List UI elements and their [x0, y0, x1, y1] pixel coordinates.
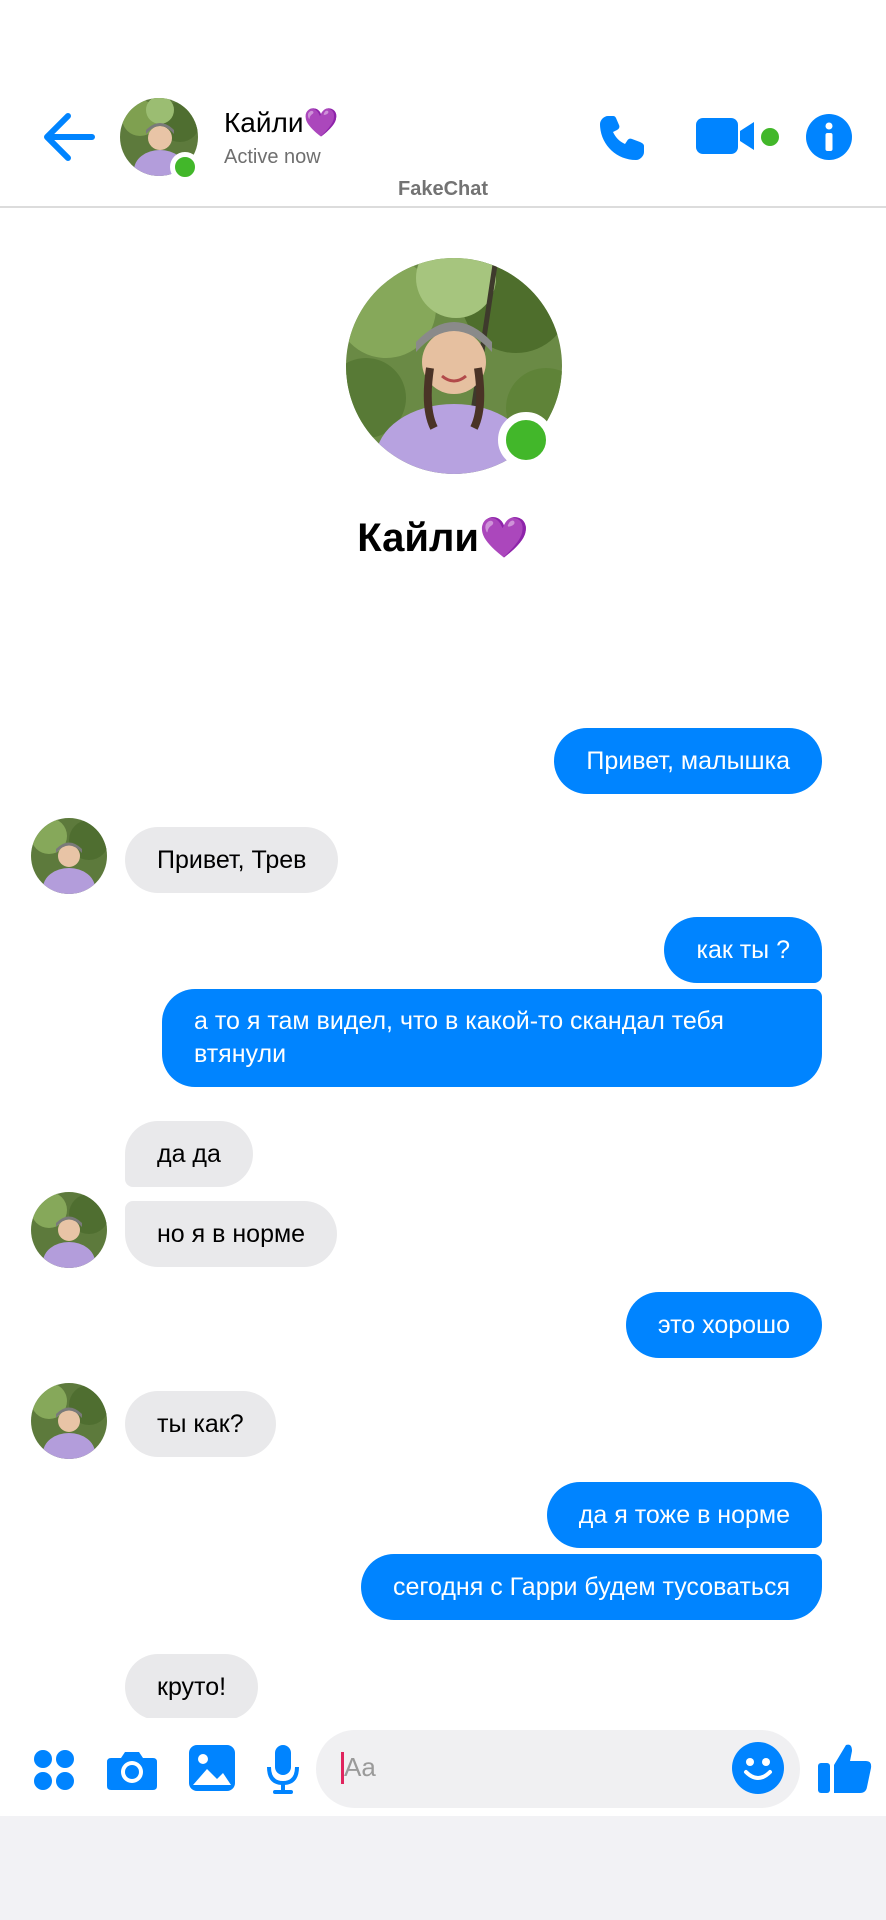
message-bubble-outgoing[interactable]: это хорошо: [625, 1292, 822, 1358]
back-arrow-icon[interactable]: [38, 108, 98, 166]
profile-online-indicator: [498, 412, 554, 468]
profile-name: Кайли💜: [357, 516, 529, 560]
sender-avatar: [31, 1383, 107, 1459]
message-bubble-outgoing[interactable]: да я тоже в норме: [546, 1482, 822, 1548]
four-dots-icon[interactable]: [33, 1749, 75, 1791]
message-bubble-incoming[interactable]: но я в норме: [125, 1201, 338, 1267]
image-icon[interactable]: [189, 1745, 235, 1791]
video-active-dot: [761, 128, 779, 146]
smiley-icon[interactable]: [732, 1742, 784, 1794]
active-status: Active now: [224, 146, 321, 168]
message-bubble-incoming[interactable]: да да: [125, 1121, 253, 1187]
thumbs-up-icon[interactable]: [818, 1741, 872, 1795]
microphone-icon[interactable]: [265, 1745, 301, 1795]
camera-icon[interactable]: [107, 1748, 157, 1790]
sender-avatar: [31, 818, 107, 894]
message-bubble-outgoing[interactable]: сегодня с Гарри будем тусоваться: [361, 1554, 822, 1620]
message-bubble-incoming[interactable]: ты как?: [125, 1391, 276, 1457]
phone-icon[interactable]: [594, 110, 650, 166]
chat-header: Кайли💜 Active now FakeChat: [0, 0, 886, 208]
message-input[interactable]: Aa: [316, 1730, 800, 1808]
message-bubble-outgoing[interactable]: Привет, малышка: [554, 728, 822, 794]
message-bubble-incoming[interactable]: круто!: [125, 1654, 259, 1720]
message-bubble-outgoing[interactable]: а то я там видел, что в какой-то скандал…: [162, 989, 822, 1087]
message-bubble-incoming[interactable]: Привет, Трев: [125, 827, 339, 893]
video-camera-icon[interactable]: [696, 114, 758, 158]
brand-label: FakeChat: [397, 178, 489, 200]
sender-avatar: [31, 1192, 107, 1268]
message-input-placeholder: Aa: [344, 1752, 376, 1782]
message-bubble-outgoing[interactable]: как ты ?: [664, 917, 822, 983]
system-navigation-bar: [0, 1816, 886, 1920]
info-icon[interactable]: [806, 114, 852, 160]
contact-name[interactable]: Кайли💜: [224, 106, 338, 139]
